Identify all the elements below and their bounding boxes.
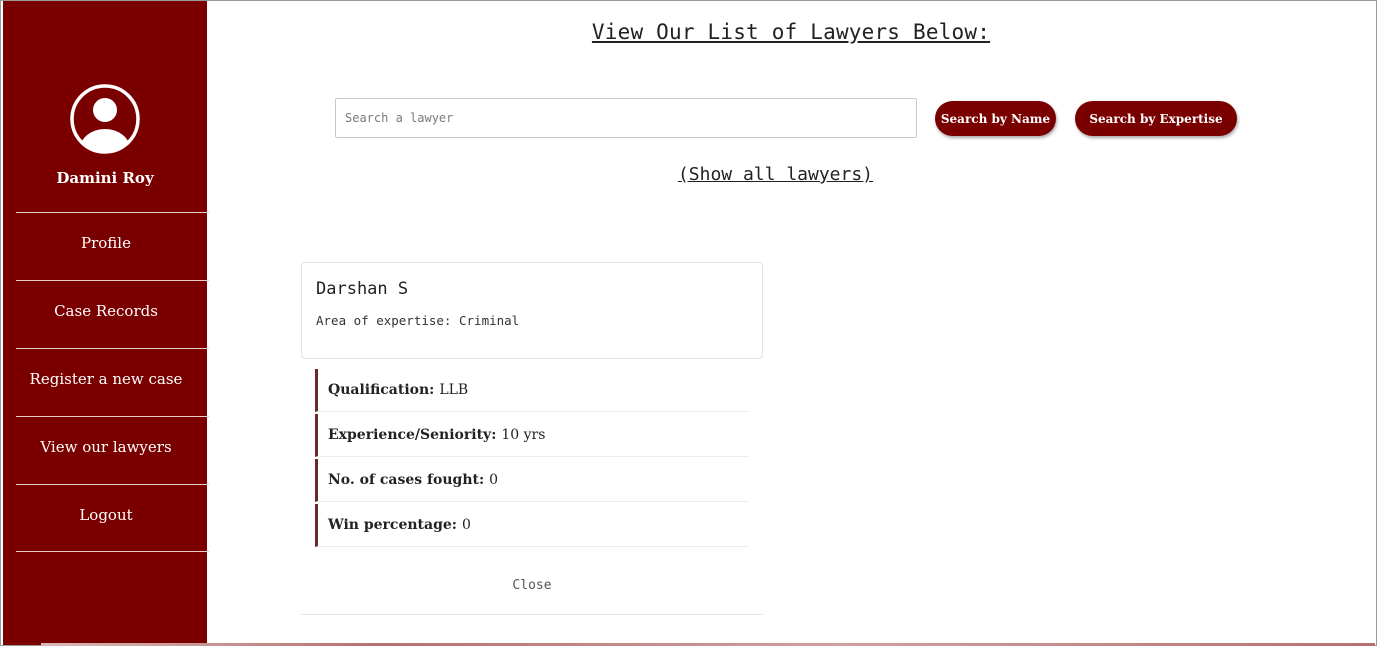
- expertise-value: Criminal: [459, 313, 520, 328]
- search-by-name-button[interactable]: Search by Name: [935, 101, 1056, 136]
- close-button[interactable]: Close: [301, 578, 763, 593]
- nav-divider: [16, 280, 209, 281]
- nav-item-logout[interactable]: Logout: [3, 506, 209, 524]
- lawyer-card[interactable]: Darshan S Area of expertise: Criminal: [301, 262, 763, 359]
- page: Damini Roy Profile Case Records Register…: [0, 0, 1377, 646]
- detail-row-cases-fought: No. of cases fought: 0: [315, 459, 749, 502]
- nav-item-view-lawyers[interactable]: View our lawyers: [3, 438, 209, 456]
- page-title: View Our List of Lawyers Below:: [591, 20, 991, 44]
- nav-item-profile[interactable]: Profile: [3, 234, 209, 252]
- detail-label: No. of cases fought:: [328, 472, 485, 488]
- show-all-lawyers-link[interactable]: (Show all lawyers): [207, 164, 1344, 185]
- nav-divider: [16, 416, 209, 417]
- detail-row-experience: Experience/Seniority: 10 yrs: [315, 414, 749, 457]
- detail-row-win-percentage: Win percentage: 0: [315, 504, 749, 547]
- search-input[interactable]: [335, 98, 917, 138]
- detail-row-qualification: Qualification: LLB: [315, 369, 749, 412]
- detail-label: Qualification:: [328, 382, 435, 398]
- lawyer-name: Darshan S: [316, 279, 409, 299]
- sidebar: Damini Roy Profile Case Records Register…: [3, 1, 209, 645]
- card-footer-divider: [301, 614, 763, 615]
- detail-value: 0: [489, 472, 499, 488]
- nav-divider: [16, 484, 209, 485]
- user-avatar-icon: [69, 83, 141, 155]
- nav-divider: [16, 348, 209, 349]
- detail-label: Win percentage:: [328, 517, 457, 533]
- lawyer-expertise: Area of expertise: Criminal: [316, 313, 519, 328]
- nav-divider: [16, 551, 209, 552]
- nav-item-case-records[interactable]: Case Records: [3, 302, 209, 320]
- nav-item-register-case[interactable]: Register a new case: [3, 370, 209, 388]
- expertise-label: Area of expertise:: [316, 313, 452, 328]
- detail-label: Experience/Seniority:: [328, 427, 497, 443]
- nav-divider: [16, 212, 209, 213]
- user-name: Damini Roy: [56, 169, 154, 187]
- detail-value: 10 yrs: [501, 427, 546, 443]
- search-by-expertise-button[interactable]: Search by Expertise: [1075, 101, 1237, 136]
- detail-value: LLB: [439, 382, 469, 398]
- detail-value: 0: [461, 517, 471, 533]
